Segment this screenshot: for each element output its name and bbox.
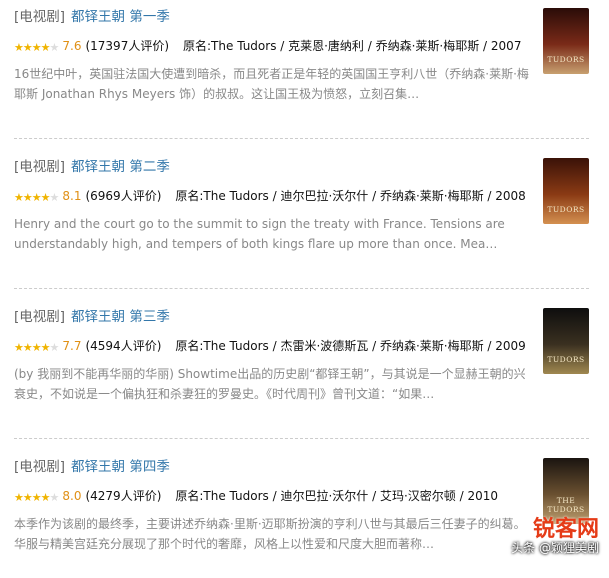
result-content: [电视剧] 都铎王朝 第一季 ★★★★★ 7.6 (17397人评价) 原名:The Tu… xyxy=(14,8,529,104)
poster-image[interactable]: TUDORS xyxy=(543,308,589,374)
star-icon: ★ xyxy=(14,191,24,204)
rating-votes: (6969人评价) xyxy=(85,189,162,203)
result-meta-row: ★★★★★ 7.7 (4594人评价) 原名:The Tudors / 杰雷米·波德斯… xyxy=(14,336,529,358)
rating-score: 7.7 xyxy=(62,339,82,353)
rating-votes: (4594人评价) xyxy=(85,339,162,353)
rating-stars: ★★★★★ xyxy=(14,188,60,208)
result-title-row: [电视剧] 都铎王朝 第一季 xyxy=(14,8,529,26)
result-item: [电视剧] 都铎王朝 第四季 ★★★★★ 8.0 (4279人评价) 原名:The Tud… xyxy=(14,458,589,578)
star-icon: ★ xyxy=(14,341,24,354)
star-icon: ★ xyxy=(22,491,33,504)
star-icon: ★ xyxy=(22,41,33,54)
result-title-link[interactable]: 都铎王朝 第二季 xyxy=(71,159,170,175)
result-info: 原名:The Tudors / 杰雷米·波德斯瓦 / 乔纳森·莱斯·梅耶斯 / … xyxy=(175,339,526,353)
star-icon: ★ xyxy=(31,491,42,504)
star-icon: ★ xyxy=(22,341,33,354)
rating-votes: (4279人评价) xyxy=(85,489,162,503)
star-icon: ★ xyxy=(31,341,42,354)
watermark-brand: 锐客网 xyxy=(532,517,599,542)
result-title-row: [电视剧] 都铎王朝 第三季 xyxy=(14,308,529,326)
result-item: [电视剧] 都铎王朝 第一季 ★★★★★ 7.6 (17397人评价) 原名:The Tu… xyxy=(14,8,589,128)
result-divider xyxy=(14,438,589,439)
result-title-link[interactable]: 都铎王朝 第四季 xyxy=(71,459,170,475)
star-icon: ★ xyxy=(49,341,60,354)
rating-score: 7.6 xyxy=(62,39,82,53)
star-icon: ★ xyxy=(40,341,51,354)
poster-title: TUDORS xyxy=(547,55,585,64)
star-icon: ★ xyxy=(49,191,60,204)
result-description: Henry and the court go to the summit to … xyxy=(14,217,505,251)
star-icon: ★ xyxy=(40,41,51,54)
star-icon: ★ xyxy=(14,491,24,504)
result-title-row: [电视剧] 都铎王朝 第二季 xyxy=(14,158,529,176)
result-description: 16世纪中叶，英国驻法国大使遭到暗杀，而且死者正是年轻的英国国王亨利八世（乔纳森… xyxy=(14,67,529,101)
rating-stars: ★★★★★ xyxy=(14,338,60,358)
result-description: 本季作为该剧的最终季，主要讲述乔纳森·里斯·迈耶斯扮演的亨利八世与其最后三任妻子… xyxy=(14,517,526,551)
rating-score: 8.1 xyxy=(62,189,82,203)
star-icon: ★ xyxy=(40,491,51,504)
result-divider xyxy=(14,288,589,289)
rating-stars: ★★★★★ xyxy=(14,488,60,508)
result-category: [电视剧] xyxy=(14,9,66,25)
result-info: 原名:The Tudors / 迪尔巴拉·沃尔什 / 乔纳森·莱斯·梅耶斯 / … xyxy=(175,189,526,203)
result-description: (by 我丽到不能再华丽的华丽) Showtime出品的历史剧“都铎王朝”，与其… xyxy=(14,367,526,401)
result-item: [电视剧] 都铎王朝 第二季 ★★★★★ 8.1 (6969人评价) 原名:The Tud… xyxy=(14,158,589,278)
result-info: 原名:The Tudors / 迪尔巴拉·沃尔什 / 艾玛·汉密尔顿 / 201… xyxy=(175,489,498,503)
watermark-handle: 头条 @颖狸美剧 xyxy=(511,541,599,555)
result-title-row: [电视剧] 都铎王朝 第四季 xyxy=(14,458,529,476)
star-icon: ★ xyxy=(31,41,42,54)
star-icon: ★ xyxy=(49,491,60,504)
rating-stars: ★★★★★ xyxy=(14,38,60,58)
rating-votes: (17397人评价) xyxy=(85,39,170,53)
result-meta-row: ★★★★★ 7.6 (17397人评价) 原名:The Tudors / 克莱恩·唐纳… xyxy=(14,36,529,58)
result-title-link[interactable]: 都铎王朝 第一季 xyxy=(71,9,170,25)
result-info: 原名:The Tudors / 克莱恩·唐纳利 / 乔纳森·莱斯·梅耶斯 / 2… xyxy=(183,39,522,53)
result-content: [电视剧] 都铎王朝 第三季 ★★★★★ 7.7 (4594人评价) 原名:The Tud… xyxy=(14,308,529,404)
poster-title: TUDORS xyxy=(547,355,585,364)
star-icon: ★ xyxy=(31,191,42,204)
star-icon: ★ xyxy=(14,41,24,54)
watermark: 锐客网 头条 @颖狸美剧 xyxy=(511,511,599,556)
result-divider xyxy=(14,138,589,139)
result-category: [电视剧] xyxy=(14,309,66,325)
result-meta-row: ★★★★★ 8.0 (4279人评价) 原名:The Tudors / 迪尔巴拉·沃尔… xyxy=(14,486,529,508)
poster-image[interactable]: TUDORS xyxy=(543,158,589,224)
result-content: [电视剧] 都铎王朝 第四季 ★★★★★ 8.0 (4279人评价) 原名:The Tud… xyxy=(14,458,529,554)
rating-score: 8.0 xyxy=(62,489,82,503)
result-item: [电视剧] 都铎王朝 第三季 ★★★★★ 7.7 (4594人评价) 原名:The Tud… xyxy=(14,308,589,428)
poster-title: TUDORS xyxy=(547,205,585,214)
result-content: [电视剧] 都铎王朝 第二季 ★★★★★ 8.1 (6969人评价) 原名:The Tud… xyxy=(14,158,529,254)
result-category: [电视剧] xyxy=(14,459,66,475)
star-icon: ★ xyxy=(22,191,33,204)
result-meta-row: ★★★★★ 8.1 (6969人评价) 原名:The Tudors / 迪尔巴拉·沃尔… xyxy=(14,186,529,208)
poster-image[interactable]: TUDORS xyxy=(543,8,589,74)
result-category: [电视剧] xyxy=(14,159,66,175)
star-icon: ★ xyxy=(40,191,51,204)
result-title-link[interactable]: 都铎王朝 第三季 xyxy=(71,309,170,325)
star-icon: ★ xyxy=(49,41,60,54)
